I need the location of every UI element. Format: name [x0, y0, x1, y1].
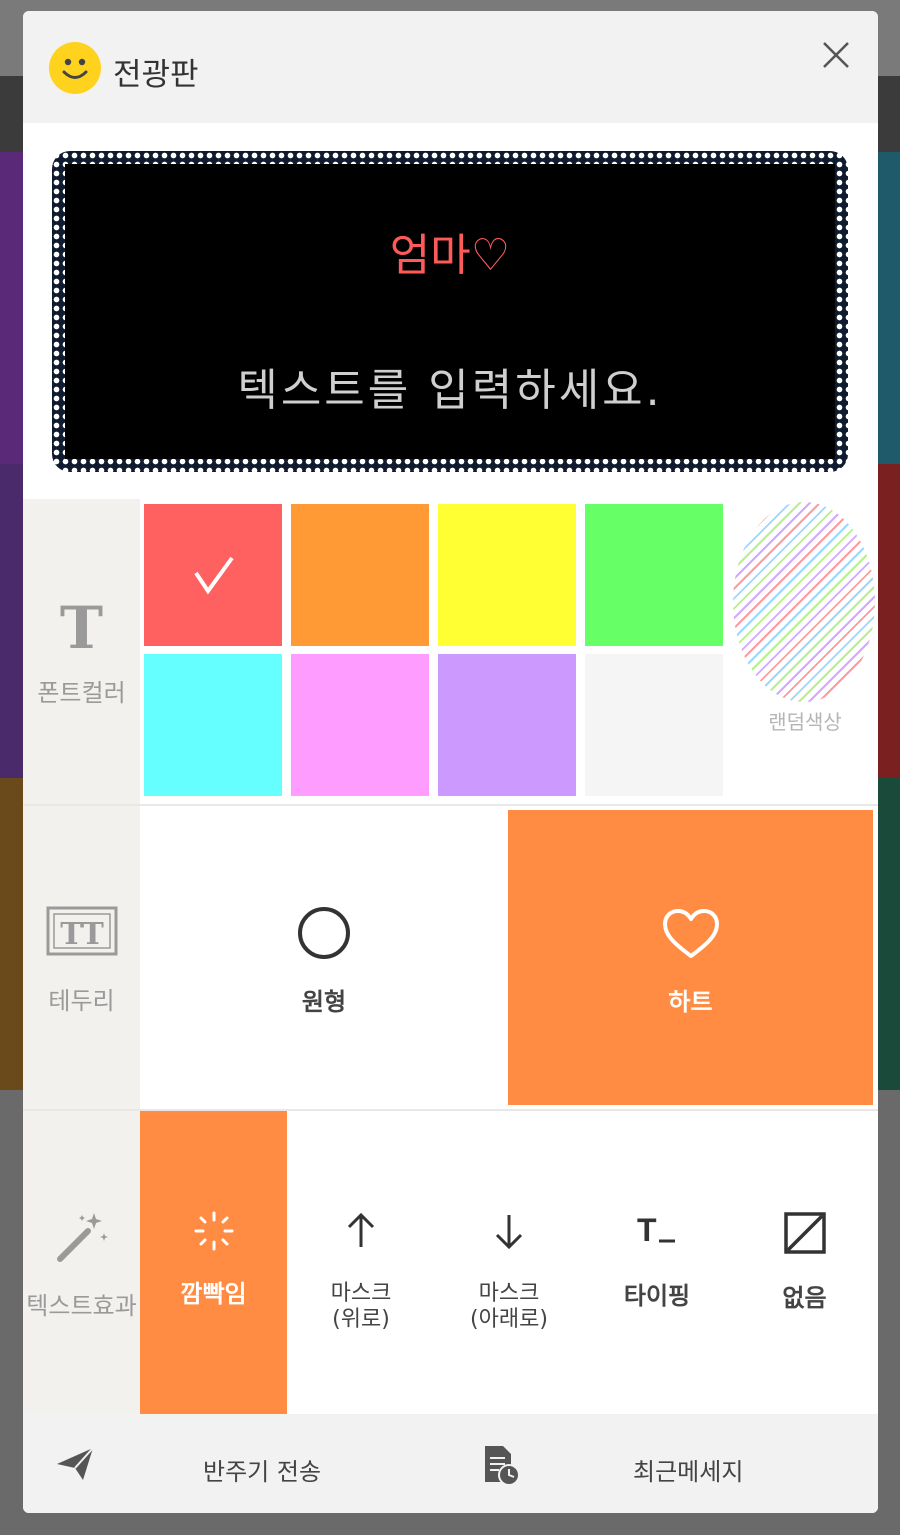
svg-text:T: T: [637, 1212, 657, 1248]
dialog-title: 전광판: [113, 57, 199, 93]
background-strip: [0, 778, 24, 1090]
dialog-header: 전광판: [23, 11, 878, 123]
color-swatch-pink[interactable]: [291, 654, 429, 796]
heart-icon: [508, 908, 873, 964]
border-option-label: 하트: [668, 988, 713, 1016]
text-effect-label: 텍스트효과: [26, 1292, 137, 1320]
effect-option-label: 마스크 (위로): [330, 1281, 392, 1332]
background-strip: [876, 778, 900, 1090]
effect-option-label: 타이핑: [623, 1282, 691, 1310]
led-board-preview[interactable]: 엄마♡ 텍스트를 입력하세요.: [45, 144, 855, 479]
arrow-down-icon: [435, 1211, 583, 1255]
heart-border-frame: 엄마♡ 텍스트를 입력하세요.: [52, 151, 848, 472]
board-placeholder: 텍스트를 입력하세요.: [237, 365, 663, 416]
effect-option-label: 마스크 (아래로): [470, 1281, 548, 1332]
border-option-heart[interactable]: 하트: [508, 810, 873, 1105]
color-swatch-yellow[interactable]: [438, 504, 576, 646]
paper-plane-icon: [55, 1446, 95, 1486]
dialog-footer: 반주기 전송 최근메세지: [23, 1414, 878, 1513]
magic-wand-icon: [23, 1209, 140, 1269]
border-tt-icon: TT: [23, 906, 140, 960]
send-to-accompanist-button[interactable]: 반주기 전송: [23, 1414, 451, 1513]
color-swatch-green[interactable]: [585, 504, 723, 646]
color-swatch-orange[interactable]: [291, 504, 429, 646]
text-effect-side: 텍스트효과: [23, 1111, 140, 1414]
recent-label: 최근메세지: [633, 1458, 744, 1486]
led-board-dialog: 전광판 엄마♡ 텍스트를 입력하세요. T 폰트컬러 랜덤색상 TT 테두리 원…: [23, 11, 878, 1513]
border-label: 테두리: [48, 987, 115, 1015]
effect-option-typing[interactable]: T 타이핑: [583, 1111, 731, 1415]
border-option-label: 원형: [301, 988, 347, 1016]
color-swatch-white[interactable]: [585, 654, 723, 796]
border-side: TT 테두리: [23, 806, 140, 1109]
recent-document-clock-icon: [481, 1444, 521, 1490]
effect-option-mask-up[interactable]: 마스크 (위로): [287, 1111, 435, 1415]
random-color-button[interactable]: [733, 502, 875, 702]
font-color-section: T 폰트컬러 랜덤색상: [23, 499, 878, 804]
background-strip: [0, 464, 24, 778]
led-board-screen: 엄마♡ 텍스트를 입력하세요.: [65, 164, 835, 459]
typing-icon: T: [583, 1211, 731, 1255]
effect-option-label: 깜빡임: [180, 1280, 247, 1308]
color-swatch-cyan[interactable]: [144, 654, 282, 796]
arrow-up-icon: [287, 1211, 435, 1255]
effect-option-none[interactable]: 없음: [731, 1111, 878, 1415]
background-strip: [876, 152, 900, 464]
background-strip: [0, 152, 24, 464]
none-icon: [731, 1211, 878, 1259]
close-icon[interactable]: [816, 35, 856, 75]
check-icon: [194, 556, 234, 595]
border-option-circle[interactable]: 원형: [140, 806, 508, 1109]
svg-text:TT: TT: [60, 917, 104, 952]
effect-option-blink[interactable]: 깜빡임: [140, 1111, 287, 1415]
effect-option-mask-down[interactable]: 마스크 (아래로): [435, 1111, 583, 1415]
text-t-icon: T: [59, 594, 104, 662]
color-swatch-purple[interactable]: [438, 654, 576, 796]
circle-icon: [140, 906, 508, 964]
smiley-icon: [49, 42, 101, 94]
sparkle-icon: [140, 1211, 287, 1255]
recent-messages-button[interactable]: 최근메세지: [451, 1414, 878, 1513]
text-effect-section: 텍스트효과 깜빡임 마스크 (위로) 마스크 (아래로) T 타이핑 없음: [23, 1109, 878, 1415]
effect-option-label: 없음: [782, 1284, 827, 1312]
font-color-side: T 폰트컬러: [23, 499, 140, 804]
send-label: 반주기 전송: [203, 1458, 322, 1486]
board-message: 엄마♡: [389, 230, 511, 281]
border-section: TT 테두리 원형 하트: [23, 804, 878, 1109]
color-swatch-red[interactable]: [144, 504, 282, 646]
background-strip: [876, 464, 900, 778]
random-color-label: 랜덤색상: [768, 710, 842, 734]
font-color-label: 폰트컬러: [37, 679, 126, 707]
